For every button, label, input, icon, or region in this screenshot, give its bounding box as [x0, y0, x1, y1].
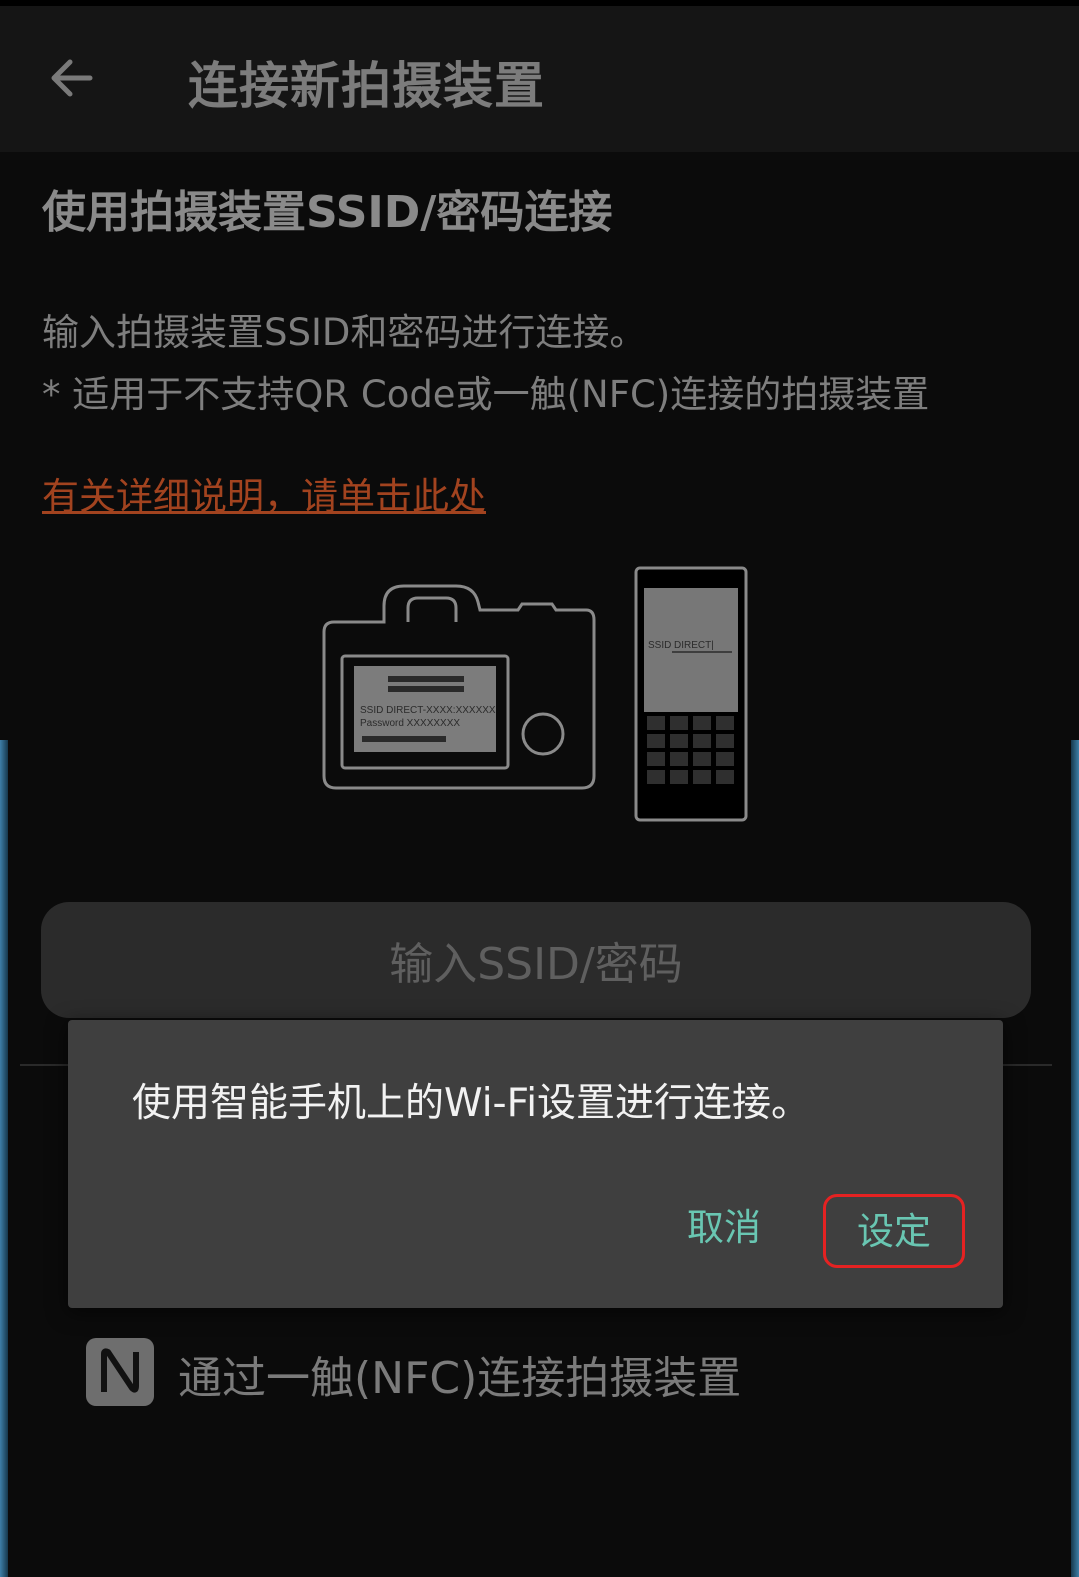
- phone-ssid-label: SSID: [648, 640, 671, 651]
- cancel-button[interactable]: 取消: [664, 1200, 784, 1256]
- arrow-left-icon: [51, 59, 93, 97]
- settings-button[interactable]: 设定: [823, 1194, 965, 1268]
- nfc-icon: [86, 1338, 154, 1406]
- camera-ssid-text: SSID DIRECT-XXXX:XXXXXX: [360, 705, 496, 716]
- description-line-2: * 适用于不支持QR Code或一触(NFC)连接的拍摄装置: [42, 373, 930, 416]
- main-content: 使用拍摄装置SSID/密码连接 输入拍摄装置SSID和密码进行连接。 * 适用于…: [0, 152, 1079, 1577]
- nfc-connect-option[interactable]: 通过一触(NFC)连接拍摄装置: [84, 1336, 984, 1410]
- enter-ssid-password-label: 输入SSID/密码: [389, 939, 683, 990]
- enter-ssid-password-button[interactable]: 输入SSID/密码: [41, 902, 1031, 1018]
- phone-ssid-value: DIRECT|: [674, 640, 714, 651]
- description-line-1: 输入拍摄装置SSID和密码进行连接。: [42, 311, 647, 354]
- camera-phone-illustration: SSID DIRECT-XXXX:XXXXXX Password XXXXXXX…: [322, 566, 748, 822]
- section-title: 使用拍摄装置SSID/密码连接: [42, 187, 613, 238]
- edge-glow-left: [0, 740, 8, 1577]
- dialog-message: 使用智能手机上的Wi-Fi设置进行连接。: [132, 1081, 811, 1126]
- page-title: 连接新拍摄装置: [188, 57, 545, 115]
- nfc-connect-label: 通过一触(NFC)连接拍摄装置: [178, 1353, 742, 1404]
- wifi-settings-dialog: 使用智能手机上的Wi-Fi设置进行连接。 取消 设定: [68, 1020, 1003, 1308]
- help-link[interactable]: 有关详细说明，请单击此处: [42, 466, 486, 520]
- app-bar: 连接新拍摄装置: [0, 6, 1079, 152]
- camera-password-text: Password XXXXXXXX: [360, 718, 460, 729]
- back-button[interactable]: [36, 42, 108, 114]
- edge-glow-right: [1071, 740, 1079, 1577]
- screen: 连接新拍摄装置 使用拍摄装置SSID/密码连接 输入拍摄装置SSID和密码进行连…: [0, 0, 1079, 1577]
